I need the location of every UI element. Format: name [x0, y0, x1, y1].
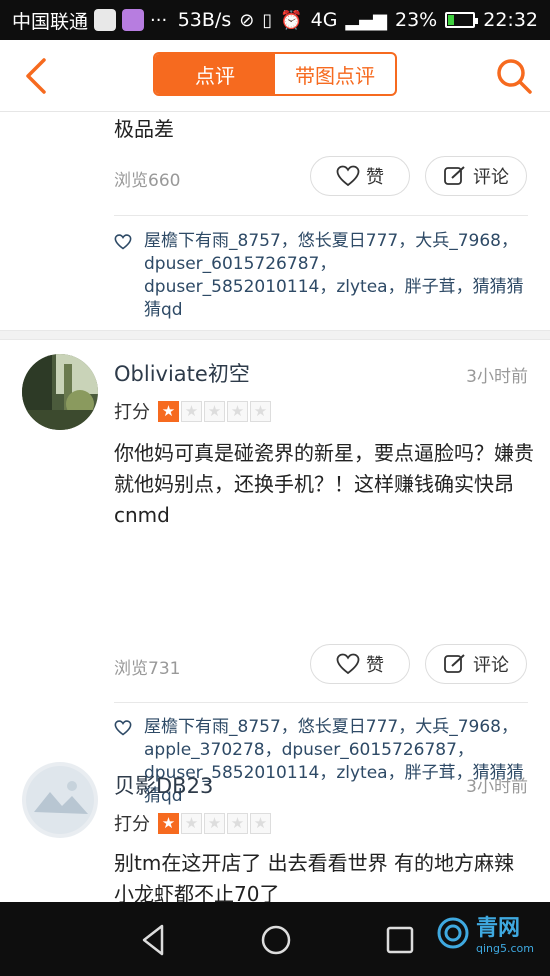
- view-count: 浏览731: [114, 659, 181, 679]
- star-empty-icon: ★: [250, 812, 271, 834]
- battery-fill: [448, 15, 455, 25]
- network-type: 4G: [310, 9, 338, 31]
- rating-row: 打分 ★ ★ ★ ★ ★: [114, 810, 271, 836]
- rating-label: 打分: [114, 814, 150, 835]
- watermark-logo-icon: [437, 917, 469, 948]
- back-arrow-icon[interactable]: [18, 54, 58, 98]
- like-button[interactable]: 赞: [310, 156, 410, 196]
- like-button[interactable]: 赞: [310, 644, 410, 684]
- star-empty-icon: ★: [204, 400, 225, 422]
- star-empty-icon: ★: [181, 400, 202, 422]
- edit-comment-icon: [444, 166, 465, 185]
- review-type-tabs: 点评 带图点评: [153, 52, 397, 96]
- rating-row: 打分 ★ ★ ★ ★ ★: [114, 398, 271, 424]
- battery-percent: 23%: [395, 9, 438, 31]
- calendar-app-icon: [94, 9, 117, 31]
- tab-photo-reviews[interactable]: 带图点评: [275, 54, 395, 94]
- liked-by-list: 屋檐下有雨_8757，悠长夏日777，大兵_7968，dpuser_601572…: [114, 230, 526, 322]
- hotspot-icon: ⊘: [239, 9, 255, 31]
- comment-button[interactable]: 评论: [425, 644, 527, 684]
- review-time: 3小时前: [466, 777, 528, 797]
- gallery-app-icon: [122, 9, 145, 31]
- battery-icon: [445, 12, 479, 28]
- avatar[interactable]: [22, 762, 98, 838]
- star-empty-icon: ★: [250, 400, 271, 422]
- comment-button[interactable]: 评论: [425, 156, 527, 196]
- review-text: 极品差: [114, 117, 174, 141]
- dots-icon: ···: [150, 9, 168, 31]
- comment-label: 评论: [473, 655, 509, 676]
- home-nav-icon[interactable]: [256, 920, 296, 960]
- review-time: 3小时前: [466, 367, 528, 387]
- section-separator: [0, 330, 550, 340]
- top-header: 点评 带图点评: [0, 40, 550, 112]
- like-label: 赞: [366, 655, 384, 676]
- back-nav-icon[interactable]: [134, 920, 174, 960]
- star-empty-icon: ★: [227, 400, 248, 422]
- signal-icon: ▂▄▆: [345, 9, 387, 31]
- review-text: 你他妈可真是碰瓷界的新星，要点逼脸吗？嫌贵就他妈别点，还换手机？！这样赚钱确实快…: [114, 441, 534, 527]
- review-list[interactable]: 极品差 浏览660 赞 评论 屋檐下有雨_8757，悠长夏日777，大兵_796…: [0, 112, 550, 902]
- avatar[interactable]: [22, 354, 98, 430]
- heart-icon: [114, 720, 132, 736]
- watermark-title: 青网: [476, 916, 521, 941]
- star-rating: ★ ★ ★ ★ ★: [158, 812, 271, 834]
- star-filled-icon: ★: [158, 400, 179, 422]
- heart-icon: [336, 653, 360, 675]
- clock: 22:32: [483, 9, 538, 31]
- system-nav-bar: 青网 qing5.com: [0, 902, 550, 976]
- recents-nav-icon[interactable]: [380, 920, 420, 960]
- divider: [114, 215, 528, 216]
- username[interactable]: Obliviate初空: [114, 358, 250, 388]
- star-filled-icon: ★: [158, 812, 179, 834]
- vibrate-icon: ▯: [262, 9, 273, 31]
- comment-label: 评论: [473, 167, 509, 188]
- network-speed: 53B/s: [177, 9, 232, 31]
- rating-label: 打分: [114, 402, 150, 423]
- username[interactable]: 贝影DB23: [114, 770, 213, 800]
- alarm-icon: ⏰: [280, 9, 303, 31]
- review-card: 贝影DB23 3小时前 打分 ★ ★ ★ ★ ★ 别tm在这开店了 出去看看世界 有的地…: [0, 744, 550, 902]
- star-empty-icon: ★: [227, 812, 248, 834]
- review-text: 别tm在这开店了 出去看看世界 有的地方麻辣小龙虾都不止70了: [114, 851, 515, 902]
- star-rating: ★ ★ ★ ★ ★: [158, 400, 271, 422]
- search-icon[interactable]: [492, 54, 536, 98]
- star-empty-icon: ★: [204, 812, 225, 834]
- watermark: 青网 qing5.com: [436, 910, 534, 955]
- divider: [114, 702, 528, 703]
- heart-icon: [336, 165, 360, 187]
- view-count: 浏览660: [114, 171, 181, 191]
- review-card: Obliviate初空 3小时前 打分 ★ ★ ★ ★ ★ 你他妈可真是碰瓷界的新星，要…: [0, 342, 550, 730]
- liked-by-names[interactable]: 屋檐下有雨_8757，悠长夏日777，大兵_7968，dpuser_601572…: [114, 230, 526, 322]
- review-card: 极品差 浏览660 赞 评论 屋檐下有雨_8757，悠长夏日777，大兵_796…: [0, 112, 550, 332]
- like-label: 赞: [366, 167, 384, 188]
- carrier-label: 中国联通: [12, 10, 89, 33]
- heart-icon: [114, 234, 132, 250]
- tab-reviews[interactable]: 点评: [155, 54, 275, 94]
- status-bar: 中国联通 ··· 53B/s ⊘ ▯ ⏰ 4G ▂▄▆ 23% 22:32: [0, 0, 550, 40]
- watermark-url: qing5.com: [476, 942, 534, 955]
- star-empty-icon: ★: [181, 812, 202, 834]
- edit-comment-icon: [444, 654, 465, 673]
